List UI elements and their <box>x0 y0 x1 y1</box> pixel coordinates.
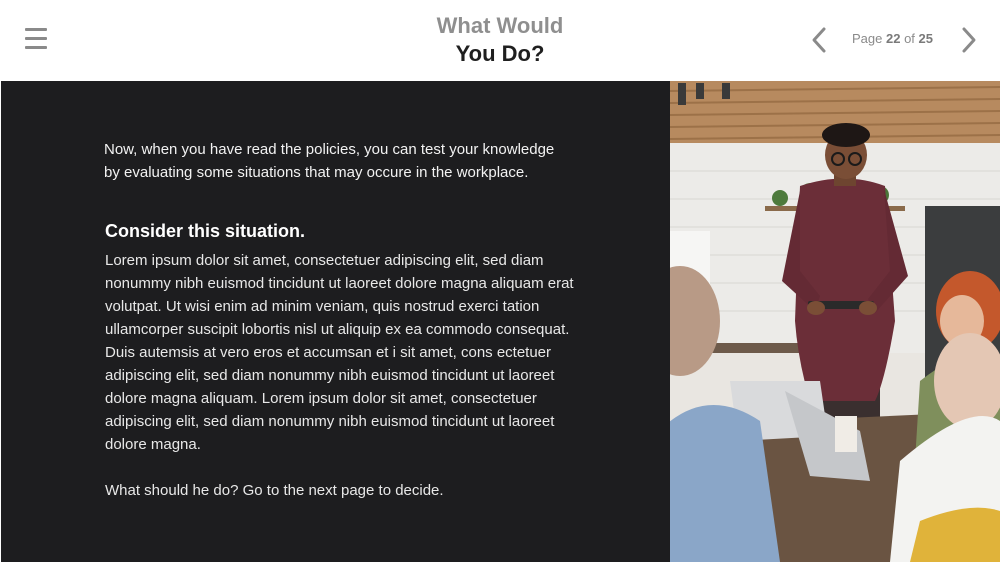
chevron-left-icon <box>812 27 826 53</box>
situation-heading: Consider this situation. <box>105 221 306 241</box>
question-text: What should he do? Go to the next page t… <box>105 482 444 499</box>
page-indicator: Page 22 of 25 <box>840 31 945 46</box>
intro-text: Now, when you have read the policies, yo… <box>104 141 555 181</box>
page-separator: of <box>904 31 915 46</box>
next-page-button[interactable] <box>954 24 982 56</box>
meeting-photo <box>670 81 1000 562</box>
chevron-right-icon <box>962 27 976 53</box>
previous-page-button[interactable] <box>806 24 834 56</box>
hamburger-menu-icon[interactable] <box>22 26 50 52</box>
page-title: What Would You Do? <box>350 12 650 68</box>
content-panel: Now, when you have read the policies, yo… <box>1 81 670 562</box>
header-bar: What Would You Do? Page 22 of 25 <box>0 0 1000 80</box>
current-page-number: 22 <box>885 31 901 46</box>
page-prefix: Page <box>851 31 883 46</box>
meeting-illustration <box>670 81 1000 562</box>
situation-body-text: Lorem ipsum dolor sit amet, consectetuer… <box>105 252 574 453</box>
total-pages-number: 25 <box>918 31 934 46</box>
title-line-2: You Do? <box>455 41 545 66</box>
title-line-1: What Would <box>436 13 564 38</box>
